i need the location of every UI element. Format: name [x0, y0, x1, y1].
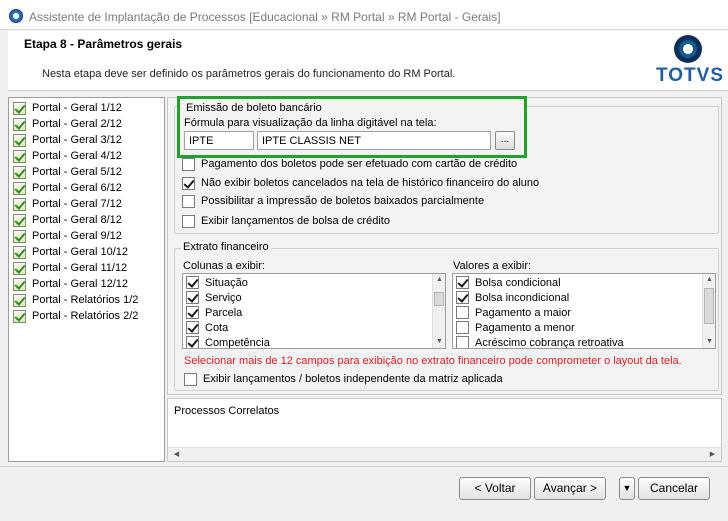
- formula-code-input[interactable]: [184, 131, 254, 150]
- completed-check-icon: [13, 277, 26, 291]
- boleto-group-title: Emissão de boleto bancário: [186, 102, 322, 114]
- step-item[interactable]: Portal - Geral 9/12: [13, 228, 122, 244]
- step-title: Etapa 8 - Parâmetros gerais: [24, 37, 183, 51]
- completed-check-icon: [13, 181, 26, 195]
- list-item[interactable]: Bolsa condicional: [456, 275, 561, 290]
- option-credit-grant[interactable]: Exibir lançamentos de bolsa de crédito: [182, 213, 390, 229]
- logo-text: TOTVS: [656, 65, 724, 86]
- scroll-up-icon[interactable]: ▲: [433, 274, 445, 286]
- next-button[interactable]: Avançar >: [534, 477, 606, 500]
- step-item[interactable]: Portal - Geral 7/12: [13, 196, 122, 212]
- step-item[interactable]: Portal - Geral 10/12: [13, 244, 128, 260]
- app-icon: [9, 9, 23, 23]
- completed-check-icon: [13, 213, 26, 227]
- step-item[interactable]: Portal - Geral 4/12: [13, 148, 122, 164]
- completed-check-icon: [13, 117, 26, 131]
- list-item[interactable]: Competência: [186, 335, 270, 348]
- extrato-group-title: Extrato financeiro: [181, 241, 271, 253]
- cancel-button[interactable]: Cancelar: [638, 477, 710, 500]
- related-hscrollbar[interactable]: ◀ ▶: [168, 447, 721, 461]
- completed-check-icon: [13, 261, 26, 275]
- completed-check-icon: [13, 101, 26, 115]
- option-hide-cancelled[interactable]: Não exibir boletos cancelados na tela de…: [182, 175, 539, 191]
- wizard-header: Etapa 8 - Parâmetros gerais Nesta etapa …: [8, 31, 728, 91]
- related-processes-panel: Processos Correlatos ◀ ▶: [167, 398, 722, 462]
- independent-checkbox[interactable]: [184, 372, 197, 386]
- formula-browse-button[interactable]: ...: [495, 131, 515, 150]
- completed-check-icon: [13, 197, 26, 211]
- list-item[interactable]: Situação: [186, 275, 248, 290]
- partial-print-checkbox[interactable]: [182, 194, 195, 208]
- step-list: Portal - Geral 1/12 Portal - Geral 2/12 …: [8, 97, 165, 462]
- scroll-up-icon[interactable]: ▲: [703, 274, 715, 286]
- back-button[interactable]: < Voltar: [459, 477, 531, 500]
- scroll-thumb[interactable]: [704, 288, 714, 324]
- scroll-left-icon[interactable]: ◀: [170, 449, 183, 461]
- list-item[interactable]: Cota: [186, 320, 228, 335]
- formula-label: Fórmula para visualização da linha digit…: [184, 117, 437, 129]
- option-credit-card[interactable]: Pagamento dos boletos pode ser efetuado …: [182, 156, 517, 172]
- step-item[interactable]: Portal - Geral 3/12: [13, 132, 122, 148]
- completed-check-icon: [13, 149, 26, 163]
- scroll-down-icon[interactable]: ▼: [703, 336, 715, 348]
- values-scrollbar[interactable]: ▲ ▼: [702, 274, 715, 348]
- step-item[interactable]: Portal - Geral 6/12: [13, 180, 122, 196]
- list-item[interactable]: Serviço: [186, 290, 242, 305]
- totvs-logo: TOTVS: [652, 35, 724, 89]
- logo-icon: [674, 35, 702, 63]
- scroll-right-icon[interactable]: ▶: [706, 449, 719, 461]
- credit-card-checkbox[interactable]: [182, 157, 195, 171]
- step-item[interactable]: Portal - Geral 12/12: [13, 276, 128, 292]
- scroll-thumb[interactable]: [434, 292, 444, 306]
- credit-grant-checkbox[interactable]: [182, 214, 195, 228]
- list-item[interactable]: Bolsa incondicional: [456, 290, 569, 305]
- values-label: Valores a exibir:: [453, 260, 532, 272]
- completed-check-icon: [13, 165, 26, 179]
- list-item[interactable]: Acréscimo cobrança retroativa: [456, 335, 624, 348]
- boleto-formula-highlight: Emissão de boleto bancário Fórmula para …: [177, 96, 527, 158]
- step-item[interactable]: Portal - Geral 1/12: [13, 100, 122, 116]
- completed-check-icon: [13, 245, 26, 259]
- window-title: Assistente de Implantação de Processos […: [29, 10, 501, 24]
- completed-check-icon: [13, 229, 26, 243]
- completed-check-icon: [13, 293, 26, 307]
- step-item[interactable]: Portal - Relatórios 1/2: [13, 292, 138, 308]
- step-item[interactable]: Portal - Geral 11/12: [13, 260, 127, 276]
- related-processes-title: Processos Correlatos: [174, 405, 280, 417]
- step-item[interactable]: Portal - Relatórios 2/2: [13, 308, 138, 324]
- columns-listbox[interactable]: Situação Serviço Parcela Cota Competênci…: [182, 273, 446, 349]
- columns-label: Colunas a exibir:: [183, 260, 265, 272]
- option-independent[interactable]: Exibir lançamentos / boletos independent…: [184, 371, 503, 387]
- columns-scrollbar[interactable]: ▲ ▼: [432, 274, 445, 348]
- completed-check-icon: [13, 133, 26, 147]
- step-description: Nesta etapa deve ser definido os parâmet…: [42, 68, 456, 80]
- list-item[interactable]: Parcela: [186, 305, 242, 320]
- extrato-warning: Selecionar mais de 12 campos para exibiç…: [184, 355, 682, 367]
- options-dropdown-button[interactable]: ▼: [619, 477, 635, 500]
- step-item[interactable]: Portal - Geral 2/12: [13, 116, 122, 132]
- formula-name-input[interactable]: [257, 131, 491, 150]
- list-item[interactable]: Pagamento a menor: [456, 320, 575, 335]
- option-partial-print[interactable]: Possibilitar a impressão de boletos baix…: [182, 193, 484, 209]
- values-listbox[interactable]: Bolsa condicional Bolsa incondicional Pa…: [452, 273, 716, 349]
- completed-check-icon: [13, 309, 26, 323]
- title-bar: Assistente de Implantação de Processos […: [0, 0, 728, 30]
- step-item-current[interactable]: Portal - Geral 8/12: [13, 212, 122, 228]
- footer-separator: [0, 466, 728, 467]
- hide-cancelled-checkbox[interactable]: [182, 176, 195, 190]
- list-item[interactable]: Pagamento a maior: [456, 305, 571, 320]
- step-item[interactable]: Portal - Geral 5/12: [13, 164, 122, 180]
- scroll-down-icon[interactable]: ▼: [433, 336, 445, 348]
